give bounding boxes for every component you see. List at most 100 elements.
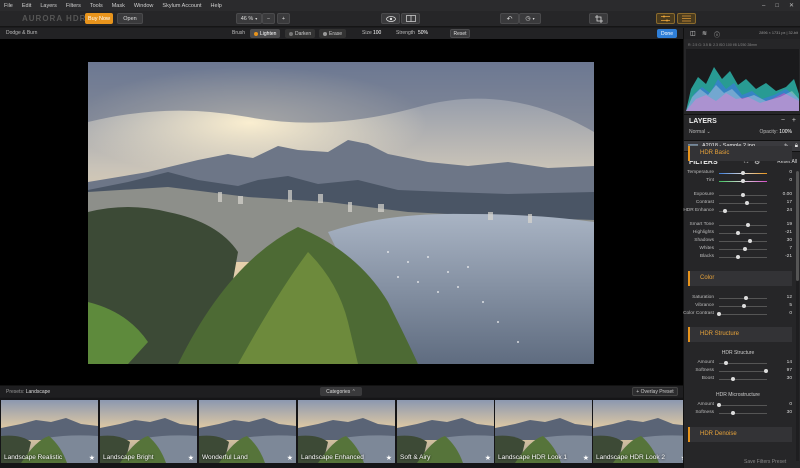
overlay-preset-button[interactable]: + Overlay Preset <box>632 387 678 396</box>
slider-value[interactable]: 12 <box>772 295 792 300</box>
minus-icon[interactable]: − <box>781 117 785 124</box>
hdr-enhance-slider[interactable]: HDR Enhance 24 <box>683 208 792 215</box>
star-icon[interactable]: ★ <box>485 454 491 462</box>
color-section[interactable]: Color <box>688 271 792 286</box>
slider-value[interactable]: 0 <box>772 178 792 183</box>
preset-thumb[interactable]: Landscape HDR Look 1 ★ <box>495 400 592 463</box>
shadows-slider[interactable]: Shadows 30 <box>684 238 792 245</box>
slider-value[interactable]: 0 <box>772 170 792 175</box>
slider-knob[interactable] <box>722 209 727 213</box>
image-canvas[interactable] <box>0 39 683 385</box>
preset-thumb[interactable]: Wonderful Land ★ <box>199 400 296 463</box>
close-icon[interactable]: ✕ <box>789 2 794 9</box>
darken-option[interactable]: Darken <box>285 29 316 38</box>
histogram-toggle-icon[interactable]: ◫ <box>690 30 696 37</box>
whites-slider[interactable]: Whites 7 <box>684 246 792 253</box>
done-button[interactable]: Done <box>657 29 677 38</box>
slider-knob[interactable] <box>717 403 721 407</box>
buy-now-button[interactable]: Buy Now <box>85 13 113 24</box>
slider-value[interactable]: -21 <box>772 254 792 259</box>
adjustments-panel-toggle[interactable] <box>677 13 696 24</box>
slider-value[interactable]: 97 <box>772 368 792 373</box>
micro-amount-slider[interactable]: Amount 0 <box>684 402 792 409</box>
erase-option[interactable]: Erase <box>319 29 347 38</box>
menu-window[interactable]: Window <box>134 3 154 9</box>
contrast-slider[interactable]: Contrast 17 <box>684 200 792 207</box>
slider-value[interactable]: 17 <box>772 200 792 205</box>
menu-tools[interactable]: Tools <box>90 3 103 9</box>
slider-track[interactable] <box>719 239 767 243</box>
slider-value[interactable]: 0 <box>772 402 792 407</box>
zoom-dropdown[interactable]: 46 % ▾ <box>236 13 262 24</box>
slider-value[interactable]: 7 <box>772 246 792 251</box>
menu-edit[interactable]: Edit <box>22 3 31 9</box>
preview-eye-button[interactable] <box>381 13 400 24</box>
slider-knob[interactable] <box>731 377 736 381</box>
tint-slider[interactable]: Tint 0 <box>684 178 792 185</box>
smart-tone-slider[interactable]: Smart Tone 19 <box>684 222 792 229</box>
hdr-structure-section[interactable]: HDR Structure <box>688 327 792 342</box>
slider-knob[interactable] <box>763 369 768 373</box>
slider-track[interactable] <box>719 304 767 308</box>
menu-layers[interactable]: Layers <box>40 3 57 9</box>
blend-mode-dropdown[interactable]: Normal ⌄ <box>689 129 711 135</box>
preset-thumb[interactable]: Soft & Airy ★ <box>397 400 494 463</box>
menu-skylum-account[interactable]: Skylum Account <box>162 3 201 9</box>
highlights-slider[interactable]: Highlights -21 <box>684 230 792 237</box>
slider-knob[interactable] <box>735 231 740 235</box>
slider-track[interactable] <box>719 255 767 259</box>
slider-value[interactable]: 30 <box>772 376 792 381</box>
slider-track[interactable] <box>719 231 767 235</box>
saturation-slider[interactable]: Saturation 12 <box>684 295 792 302</box>
slider-knob[interactable] <box>745 223 750 227</box>
filters-scrollbar[interactable] <box>796 171 799 461</box>
slider-knob[interactable] <box>731 411 736 415</box>
slider-knob[interactable] <box>748 239 753 243</box>
slider-track[interactable] <box>719 223 767 227</box>
blacks-slider[interactable]: Blacks -21 <box>684 254 792 261</box>
opacity-control[interactable]: Opacity: 100% <box>759 129 792 135</box>
zoom-in-button[interactable]: + <box>277 13 290 24</box>
lighten-option[interactable]: Lighten <box>250 29 281 38</box>
slider-track[interactable] <box>719 179 767 183</box>
preset-thumb[interactable]: Landscape Realistic ★ <box>1 400 98 463</box>
slider-track[interactable] <box>719 201 767 205</box>
slider-knob[interactable] <box>742 304 747 308</box>
hdr-basic-section[interactable]: HDR Basic <box>688 146 792 161</box>
slider-track[interactable] <box>719 296 767 300</box>
star-icon[interactable]: ★ <box>287 454 293 462</box>
star-icon[interactable]: ★ <box>188 454 194 462</box>
star-icon[interactable]: ★ <box>583 454 589 462</box>
slider-track[interactable] <box>717 403 767 407</box>
preset-thumb[interactable]: Landscape HDR Look 2 ★ <box>593 400 683 463</box>
size-value[interactable]: 100 <box>373 30 381 36</box>
slider-track[interactable] <box>719 193 767 197</box>
slider-track[interactable] <box>719 411 767 415</box>
menu-filters[interactable]: Filters <box>66 3 81 9</box>
structure-amount-slider[interactable]: Amount 14 <box>684 360 792 367</box>
star-icon[interactable]: ★ <box>89 454 95 462</box>
compare-button[interactable] <box>401 13 420 24</box>
info-icon[interactable]: ⓘ <box>714 30 720 39</box>
slider-knob[interactable] <box>741 179 745 183</box>
history-button[interactable]: ◷ ▾ <box>519 13 541 24</box>
slider-value[interactable]: 30 <box>772 410 792 415</box>
slider-value[interactable]: 14 <box>772 360 792 365</box>
temperature-slider[interactable]: Temperature 0 <box>684 170 792 177</box>
slider-knob[interactable] <box>717 312 721 316</box>
slider-value[interactable]: 19 <box>772 222 792 227</box>
slider-knob[interactable] <box>741 171 745 175</box>
slider-value[interactable]: 0.00 <box>772 192 792 197</box>
slider-value[interactable]: 5 <box>772 303 792 308</box>
save-filters-preset-button[interactable]: Save Filters Preset <box>744 459 786 465</box>
slider-track[interactable] <box>719 209 767 213</box>
plus-icon[interactable]: + <box>792 117 796 124</box>
slider-knob[interactable] <box>741 193 745 197</box>
crop-button[interactable] <box>589 13 608 24</box>
menu-file[interactable]: File <box>4 3 13 9</box>
open-button[interactable]: Open <box>117 13 143 24</box>
slider-knob[interactable] <box>742 247 747 251</box>
maximize-icon[interactable]: □ <box>775 3 779 9</box>
slider-knob[interactable] <box>745 201 750 205</box>
slider-knob[interactable] <box>743 296 748 300</box>
